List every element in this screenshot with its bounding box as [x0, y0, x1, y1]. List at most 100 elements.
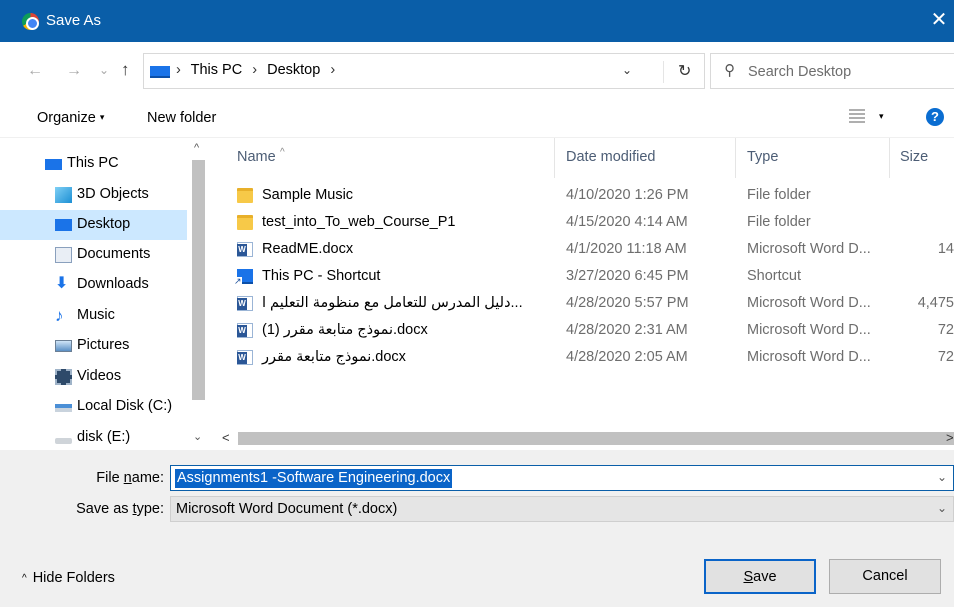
file-row[interactable]: نموذج متابعة مقرر (1).docx 4/28/2020 2:3… [211, 318, 954, 345]
column-header-type[interactable]: Type [747, 149, 778, 165]
forward-arrow-icon[interactable]: → [66, 62, 82, 80]
breadcrumb-desktop[interactable]: Desktop [267, 62, 320, 78]
file-row[interactable]: Sample Music 4/10/2020 1:26 PM File fold… [211, 183, 954, 210]
breadcrumb-this-pc[interactable]: This PC [191, 62, 243, 78]
file-row[interactable]: نموذج متابعة مقرر.docx 4/28/2020 2:05 AM… [211, 345, 954, 372]
shortcut-icon [234, 269, 253, 286]
sidebar-item-this-pc[interactable]: This PC [0, 149, 187, 179]
word-document-icon [237, 350, 253, 365]
this-pc-icon [45, 159, 62, 170]
file-name-field[interactable]: Assignments1 -Software Engineering.docx … [170, 465, 954, 491]
column-header-name[interactable]: ^ Name [237, 147, 285, 165]
column-header-date-modified[interactable]: Date modified [566, 149, 655, 165]
save-as-type-label: Save as type: [14, 501, 164, 517]
caret-down-icon: ▾ [99, 112, 105, 122]
hide-folders-button[interactable]: ^ Hide Folders [22, 570, 115, 586]
3d-objects-icon [55, 187, 72, 203]
new-folder-button[interactable]: New folder [147, 110, 216, 126]
save-form-panel: File name: Assignments1 -Software Engine… [0, 450, 954, 607]
save-button[interactable]: Save [704, 559, 816, 594]
downloads-icon: ⬇ [55, 275, 69, 292]
close-icon[interactable]: ✕ [924, 0, 954, 42]
file-list: ^ Name Date modified Type Size Sample Mus… [211, 138, 954, 450]
organize-button[interactable]: Organize ▾ [37, 110, 104, 126]
file-size: 72 [937, 349, 954, 365]
sidebar-item-label: Desktop [77, 216, 131, 232]
up-arrow-icon[interactable]: ↑ [121, 60, 130, 80]
scroll-down-icon[interactable]: ⌄ [193, 430, 202, 443]
chevron-down-icon[interactable]: ⌄ [937, 501, 947, 515]
column-header-size[interactable]: Size [900, 149, 928, 165]
sidebar-item-downloads[interactable]: ⬇ Downloads [0, 270, 187, 300]
word-document-icon [237, 242, 253, 257]
sidebar-item-label: This PC [67, 155, 119, 171]
file-row[interactable]: test_into_To_web_Course_P1 4/15/2020 4:1… [211, 210, 954, 237]
sidebar-item-documents[interactable]: Documents [0, 240, 187, 270]
file-date: 4/28/2020 2:05 AM [566, 349, 688, 365]
sidebar-item-label: Local Disk (C:) [77, 398, 173, 414]
horizontal-scrollbar[interactable]: < > [211, 426, 954, 450]
label-text: Save as [76, 501, 133, 517]
sidebar-item-label: Videos [77, 368, 122, 384]
documents-icon [55, 247, 72, 263]
column-divider[interactable] [735, 138, 736, 178]
file-row[interactable]: This PC - Shortcut 3/27/2020 6:45 PM Sho… [211, 264, 954, 291]
file-date: 4/10/2020 1:26 PM [566, 187, 689, 203]
sidebar-scrollbar[interactable]: ^ ⌄ [187, 138, 211, 450]
address-bar[interactable]: › This PC › Desktop › ⌄ ↻ [143, 53, 705, 89]
file-name: نموذج متابعة مقرر (1).docx [262, 322, 428, 338]
address-dropdown-icon[interactable]: ⌄ [622, 63, 632, 77]
sidebar-item-pictures[interactable]: Pictures [0, 331, 187, 361]
scroll-left-icon[interactable]: < [222, 430, 230, 445]
scroll-right-icon[interactable]: > [946, 430, 954, 445]
column-divider[interactable] [889, 138, 890, 178]
local-disk-icon [55, 404, 72, 412]
file-row[interactable]: دليل المدرس للتعامل مع منظومة التعليم ا.… [211, 291, 954, 318]
file-name-selected-text: Assignments1 -Software Engineering.docx [175, 469, 453, 488]
search-input[interactable]: ⚲ Search Desktop [710, 53, 954, 89]
recent-locations-chevron-icon[interactable]: ⌄ [99, 63, 109, 77]
folder-icon [237, 215, 253, 230]
view-options-icon[interactable] [849, 109, 865, 125]
file-size: 14 [937, 241, 954, 257]
search-icon: ⚲ [724, 62, 735, 79]
address-row: ← → ⌄ ↑ › This PC › Desktop › ⌄ ↻ ⚲ Sear… [0, 42, 954, 98]
this-pc-icon [150, 66, 170, 78]
refresh-icon[interactable]: ↻ [663, 61, 691, 83]
label-text: ame: [131, 470, 164, 486]
breadcrumb-separator[interactable]: › [330, 62, 335, 78]
sidebar-item-videos[interactable]: Videos [0, 362, 187, 392]
file-type: Microsoft Word D... [747, 322, 871, 338]
file-date: 4/15/2020 4:14 AM [566, 214, 688, 230]
file-size: 72 [937, 322, 954, 338]
sidebar-item-music[interactable]: ♪ Music [0, 301, 187, 331]
file-type: Microsoft Word D... [747, 349, 871, 365]
file-name: This PC - Shortcut [262, 268, 381, 284]
file-name-label: File name: [14, 470, 164, 486]
save-as-type-select[interactable]: Microsoft Word Document (*.docx) ⌄ [170, 496, 954, 522]
sidebar-item-3d-objects[interactable]: 3D Objects [0, 180, 187, 210]
file-type: File folder [747, 187, 811, 203]
label-text: ype: [136, 501, 164, 517]
help-icon[interactable]: ? [926, 108, 944, 126]
organize-label: Organize [37, 110, 96, 126]
videos-icon [55, 369, 72, 385]
sort-ascending-icon: ^ [280, 147, 285, 158]
cancel-button[interactable]: Cancel [829, 559, 941, 594]
file-name: ReadME.docx [262, 241, 354, 257]
column-divider[interactable] [554, 138, 555, 178]
sidebar-item-desktop[interactable]: Desktop [0, 210, 187, 240]
scrollbar-thumb[interactable] [238, 432, 954, 445]
file-row[interactable]: ReadME.docx 4/1/2020 11:18 AM Microsoft … [211, 237, 954, 264]
file-date: 4/1/2020 11:18 AM [566, 241, 687, 257]
back-arrow-icon[interactable]: ← [27, 62, 43, 80]
music-icon: ♪ [55, 306, 64, 325]
view-options-caret-icon[interactable]: ▾ [879, 111, 884, 122]
sidebar-item-disk-e[interactable]: disk (E:) [0, 423, 187, 453]
breadcrumb-separator[interactable]: › [252, 62, 257, 78]
sidebar-item-local-disk-c[interactable]: Local Disk (C:) [0, 392, 187, 422]
chevron-down-icon[interactable]: ⌄ [937, 470, 947, 484]
scrollbar-thumb[interactable] [192, 160, 205, 400]
scroll-up-icon[interactable]: ^ [194, 142, 199, 154]
folder-icon [237, 188, 253, 203]
